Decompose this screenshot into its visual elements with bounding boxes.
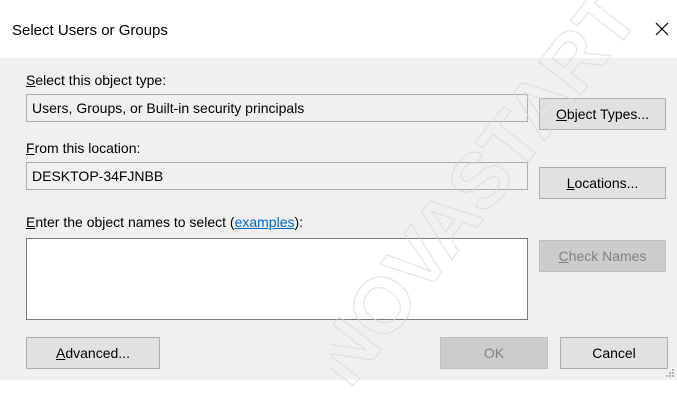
advanced-button[interactable]: Advanced... [26, 337, 160, 369]
ok-button[interactable]: OK [440, 337, 548, 369]
locations-button[interactable]: Locations... [539, 167, 666, 199]
location-label: From this location: [26, 140, 141, 156]
select-users-dialog: Select Users or Groups Select this objec… [0, 0, 677, 401]
examples-link[interactable]: examples [235, 214, 295, 230]
cancel-button[interactable]: Cancel [560, 337, 668, 369]
close-icon [655, 22, 669, 36]
resize-grip-icon[interactable] [665, 368, 675, 378]
object-types-button[interactable]: Object Types... [539, 98, 666, 130]
object-type-field: Users, Groups, or Built-in security prin… [26, 94, 528, 122]
title-bar: Select Users or Groups [0, 0, 677, 58]
location-field: DESKTOP-34FJNBB [26, 162, 528, 190]
object-names-label: Enter the object names to select (exampl… [26, 214, 304, 230]
check-names-button[interactable]: Check Names [539, 240, 666, 272]
object-type-label: Select this object type: [26, 72, 167, 88]
dialog-title: Select Users or Groups [12, 22, 168, 39]
object-names-input[interactable] [26, 238, 528, 320]
close-button[interactable] [647, 14, 677, 44]
